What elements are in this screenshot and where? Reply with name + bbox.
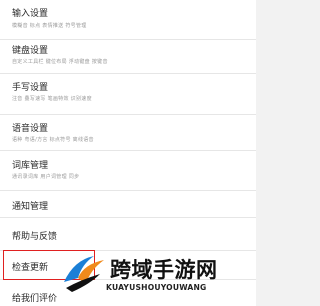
settings-item-subtitle: 模糊音 标点 表情推送 符号管理	[12, 23, 87, 29]
settings-item-subtitle: 语种 粤语/方言 标点符号 离线语音	[12, 137, 94, 143]
settings-item-title: 键盘设置	[12, 46, 49, 56]
settings-item-input[interactable]: 输入设置 模糊音 标点 表情推送 符号管理	[0, 0, 256, 40]
settings-item-handwriting[interactable]: 手写设置 注音 叠写速写 笔画特效 识别速度	[0, 74, 256, 115]
settings-item-title: 输入设置	[12, 9, 49, 19]
watermark-text-cn: 跨域手游网	[110, 258, 218, 282]
settings-item-voice[interactable]: 语音设置 语种 粤语/方言 标点符号 离线语音	[0, 115, 256, 151]
settings-item-title: 给我们评价	[12, 294, 58, 304]
settings-item-lexicon[interactable]: 词库管理 通讯录词库 用户词管理 同步	[0, 151, 256, 191]
settings-item-title: 词库管理	[12, 161, 49, 171]
settings-item-title: 帮助与反馈	[12, 232, 58, 242]
settings-item-title: 手写设置	[12, 83, 49, 93]
settings-item-help[interactable]: 帮助与反馈	[0, 218, 256, 251]
settings-item-keyboard[interactable]: 键盘设置 自定义工具栏 键位布局 浮动键盘 按键音	[0, 40, 256, 74]
settings-item-title: 通知管理	[12, 202, 49, 212]
watermark: 跨域手游网 KUAYUSHOUYOUWANG	[60, 252, 256, 306]
settings-item-subtitle: 自定义工具栏 键位布局 浮动键盘 按键音	[12, 59, 108, 65]
settings-item-subtitle: 通讯录词库 用户词管理 同步	[12, 174, 80, 180]
settings-item-notifications[interactable]: 通知管理	[0, 191, 256, 218]
settings-item-title: 语音设置	[12, 124, 49, 134]
watermark-text-en: KUAYUSHOUYOUWANG	[106, 283, 207, 292]
watermark-logo-icon	[64, 256, 104, 292]
settings-item-subtitle: 注音 叠写速写 笔画特效 识别速度	[12, 96, 92, 102]
